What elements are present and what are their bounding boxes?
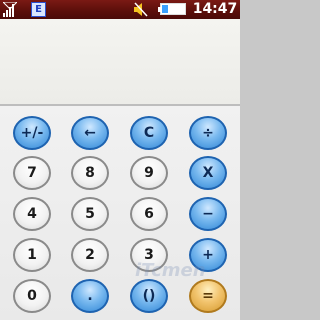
digit-2-button[interactable]: 2 (71, 238, 109, 272)
decimal-button[interactable]: . (71, 279, 109, 313)
battery-icon (158, 3, 186, 15)
parentheses-button[interactable]: () (130, 279, 168, 313)
digit-7-button[interactable]: 7 (13, 156, 51, 190)
divide-button[interactable]: ÷ (189, 116, 227, 150)
signal-icon (3, 2, 17, 17)
digit-9-button[interactable]: 9 (130, 156, 168, 190)
backspace-button[interactable]: ← (71, 116, 109, 150)
calculator-display (0, 19, 240, 105)
status-bar: E 14:47 (0, 0, 240, 19)
digit-1-button[interactable]: 1 (13, 238, 51, 272)
multiply-button[interactable]: X (189, 156, 227, 190)
digit-6-button[interactable]: 6 (130, 197, 168, 231)
digit-0-button[interactable]: 0 (13, 279, 51, 313)
keypad: +/- ← C ÷ 7 8 9 X 4 5 6 − 1 2 3 + 0 . ()… (0, 106, 240, 320)
equals-button[interactable]: = (189, 279, 227, 313)
digit-8-button[interactable]: 8 (71, 156, 109, 190)
subtract-button[interactable]: − (189, 197, 227, 231)
network-icon: E (31, 2, 46, 17)
clock: 14:47 (192, 1, 238, 17)
mute-icon (134, 2, 148, 17)
plus-minus-button[interactable]: +/- (13, 116, 51, 150)
clear-button[interactable]: C (130, 116, 168, 150)
watermark: iTcmen (135, 260, 206, 281)
digit-4-button[interactable]: 4 (13, 197, 51, 231)
digit-5-button[interactable]: 5 (71, 197, 109, 231)
